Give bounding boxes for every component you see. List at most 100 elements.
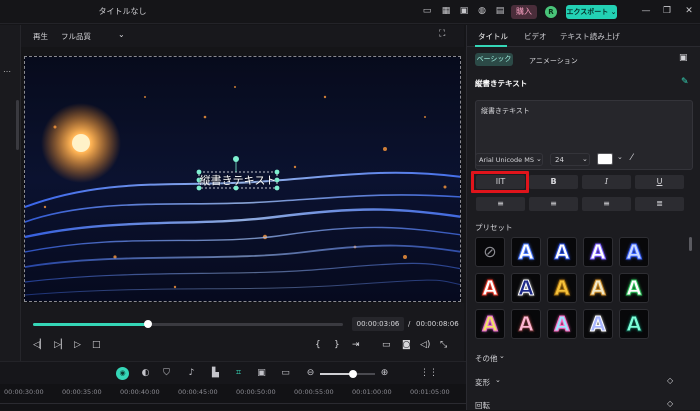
preset-item[interactable]: A bbox=[475, 309, 505, 339]
preset-item[interactable]: A bbox=[511, 309, 541, 339]
minimize-icon[interactable]: — bbox=[640, 6, 652, 17]
keyframe-icon[interactable]: ◇ bbox=[667, 399, 673, 408]
align-right-button[interactable]: ≡ bbox=[582, 197, 631, 211]
font-name: Arial Unicode MS bbox=[479, 156, 534, 164]
grid-icon[interactable]: ▦ bbox=[440, 6, 452, 17]
tab-active-indicator bbox=[475, 45, 507, 47]
video-preview[interactable]: 縦書きテキスト bbox=[24, 56, 461, 302]
volume-icon[interactable]: ◁) bbox=[420, 340, 430, 350]
zoom-out-icon[interactable]: ⊖ bbox=[305, 368, 316, 379]
subtab-basic[interactable]: ベーシック bbox=[475, 53, 513, 66]
tab-text-to-speech[interactable]: テキスト読み上げ bbox=[560, 31, 620, 42]
transform-label: 変形 bbox=[475, 378, 490, 387]
preset-item[interactable]: A bbox=[619, 273, 649, 303]
maximize-icon[interactable]: ❐ bbox=[661, 6, 673, 17]
play-icon[interactable]: ▷ bbox=[74, 340, 81, 350]
pip-icon[interactable]: ▣ bbox=[256, 368, 267, 379]
avatar[interactable]: R bbox=[545, 6, 557, 18]
snapshot-icon[interactable]: ⛶ bbox=[439, 29, 445, 39]
shield-icon[interactable]: ⛉ bbox=[161, 368, 172, 379]
vertical-text-button[interactable]: IIT bbox=[476, 175, 525, 189]
fullscreen-icon[interactable]: ⤡ bbox=[440, 340, 447, 350]
rotate-handle[interactable] bbox=[233, 156, 239, 162]
tab-video[interactable]: ビデオ bbox=[524, 31, 547, 42]
zoom-slider[interactable] bbox=[320, 373, 375, 375]
preview-header: 再生 フル品質 ⌄ ⛶ bbox=[21, 25, 464, 47]
preset-item[interactable]: A bbox=[547, 273, 577, 303]
ruler-tick: 00:00:50:00 bbox=[236, 388, 276, 396]
preset-item[interactable]: A bbox=[547, 309, 577, 339]
grid-menu-icon[interactable]: ⋮⋮ bbox=[420, 368, 438, 379]
preset-item[interactable]: A bbox=[511, 237, 541, 267]
save-preset-icon[interactable]: ▣ bbox=[679, 53, 688, 63]
ruler-tick: 00:00:40:00 bbox=[120, 388, 160, 396]
chevron-down-icon[interactable]: ⌄ bbox=[118, 30, 125, 39]
preset-none[interactable]: ⊘ bbox=[475, 237, 505, 267]
caption-icon[interactable]: ▭ bbox=[280, 368, 291, 379]
ruler-tick: 00:01:00:00 bbox=[352, 388, 392, 396]
ruler-baseline bbox=[0, 403, 466, 404]
speed-icon[interactable]: ◐ bbox=[140, 368, 151, 379]
keyframe-icon[interactable]: ◇ bbox=[667, 376, 673, 385]
zoom-handle[interactable] bbox=[349, 370, 357, 378]
text-color-swatch[interactable] bbox=[597, 153, 613, 165]
preset-scrollbar[interactable] bbox=[689, 237, 692, 251]
mic-icon[interactable]: ♪ bbox=[186, 368, 197, 379]
underline-button[interactable]: U bbox=[635, 175, 684, 189]
subtab-animation[interactable]: アニメーション bbox=[529, 56, 578, 66]
step-back-icon[interactable]: ◁▏ bbox=[33, 340, 47, 350]
camera-icon[interactable]: ◙ bbox=[402, 340, 411, 350]
ai-icon[interactable]: ◉ bbox=[116, 367, 129, 380]
stop-icon[interactable]: □ bbox=[92, 340, 101, 350]
preset-item[interactable]: A bbox=[547, 237, 577, 267]
mark-in-icon[interactable]: { bbox=[315, 340, 321, 350]
font-size-select[interactable]: 24 ⌄ bbox=[550, 153, 590, 166]
ruler-tick: 00:00:55:00 bbox=[294, 388, 334, 396]
preset-item[interactable]: A bbox=[619, 309, 649, 339]
align-center-button[interactable]: ≡ bbox=[529, 197, 578, 211]
tab-title[interactable]: タイトル bbox=[478, 31, 508, 42]
italic-button[interactable]: I bbox=[582, 175, 631, 189]
preset-item[interactable]: A bbox=[511, 273, 541, 303]
snap-icon[interactable]: ⌗ bbox=[233, 368, 244, 379]
preset-item[interactable]: A bbox=[619, 237, 649, 267]
eyedropper-icon[interactable]: ⁄ bbox=[631, 153, 633, 163]
scrollbar[interactable] bbox=[16, 100, 19, 150]
buy-button[interactable]: 購入 bbox=[511, 5, 537, 19]
progress-track[interactable] bbox=[33, 323, 343, 326]
zoom-in-icon[interactable]: ⊕ bbox=[379, 368, 390, 379]
preset-item[interactable]: A bbox=[583, 273, 613, 303]
quality-select[interactable]: フル品質 bbox=[61, 31, 91, 42]
monitor-icon[interactable]: ▭ bbox=[421, 6, 433, 17]
marker-icon[interactable]: ▙ bbox=[210, 368, 221, 379]
layout-icon[interactable]: ▤ bbox=[494, 6, 506, 17]
chevron-down-icon[interactable]: ⌄ bbox=[495, 376, 501, 384]
total-time: 00:00:08:06 bbox=[416, 320, 459, 328]
close-icon[interactable]: ✕ bbox=[683, 6, 695, 17]
time-separator: / bbox=[408, 320, 411, 328]
mark-out-icon[interactable]: } bbox=[334, 340, 340, 350]
step-forward-icon[interactable]: ▷▏ bbox=[54, 340, 68, 350]
preset-item[interactable]: A bbox=[583, 237, 613, 267]
ai-edit-icon[interactable]: ✎ bbox=[681, 77, 689, 87]
progress-handle[interactable] bbox=[143, 320, 152, 328]
headset-icon[interactable]: ◍ bbox=[476, 6, 488, 17]
timeline-ruler[interactable]: 00:00:30:00 00:00:35:00 00:00:40:00 00:00:4… bbox=[0, 384, 466, 410]
bold-button[interactable]: B bbox=[529, 175, 578, 189]
chevron-down-icon[interactable]: ⌄ bbox=[499, 352, 505, 360]
more-icon[interactable]: ⋯ bbox=[3, 67, 11, 76]
align-justify-button[interactable]: ≣ bbox=[635, 197, 684, 211]
insert-icon[interactable]: ⇥ bbox=[352, 340, 360, 350]
export-button[interactable]: エクスポート ⌄ bbox=[566, 5, 617, 19]
preset-item[interactable]: A bbox=[583, 309, 613, 339]
play-mode-label: 再生 bbox=[33, 32, 48, 41]
align-left-button[interactable]: ≡ bbox=[476, 197, 525, 211]
chevron-down-icon[interactable]: ⌄ bbox=[617, 153, 623, 161]
preset-item[interactable]: A bbox=[475, 273, 505, 303]
font-size-value: 24 bbox=[555, 156, 564, 164]
overlay-text[interactable]: 縦書きテキスト bbox=[193, 172, 283, 188]
display-icon[interactable]: ▭ bbox=[382, 340, 391, 350]
picture-icon[interactable]: ▣ bbox=[458, 6, 470, 17]
font-select[interactable]: Arial Unicode MS ⌄ bbox=[475, 153, 543, 166]
current-time[interactable]: 00:00:03:06 bbox=[352, 317, 404, 331]
